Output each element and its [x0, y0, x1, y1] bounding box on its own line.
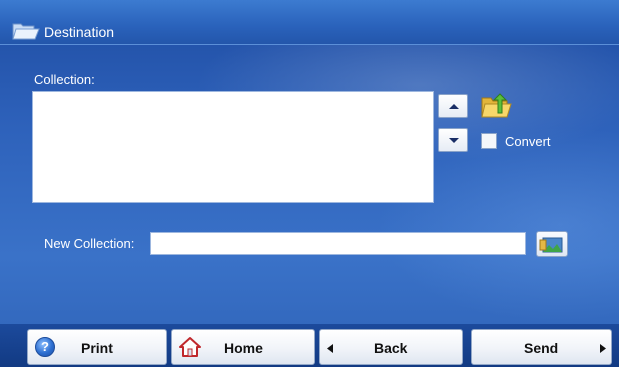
title-bar: Destination	[0, 0, 619, 45]
convert-label: Convert	[505, 134, 551, 149]
help-icon: ?	[35, 337, 55, 357]
back-button-label: Back	[374, 340, 408, 356]
convert-checkbox[interactable]	[481, 133, 497, 149]
scroll-down-button[interactable]	[438, 128, 468, 152]
new-collection-label: New Collection:	[44, 236, 135, 251]
folder-image-icon	[539, 237, 563, 253]
new-collection-input[interactable]	[150, 232, 526, 255]
back-arrow-icon	[327, 344, 333, 353]
arrow-down-icon	[449, 138, 459, 143]
home-icon	[179, 337, 201, 357]
back-button[interactable]: Back	[319, 329, 463, 365]
collection-label: Collection:	[34, 72, 95, 87]
print-button[interactable]: ? Print	[27, 329, 167, 365]
folder-up-icon	[481, 93, 512, 118]
scroll-up-button[interactable]	[438, 94, 468, 118]
send-button-label: Send	[524, 340, 559, 356]
window-title: Destination	[44, 24, 115, 40]
print-button-label: Print	[81, 340, 113, 356]
destination-dialog: Destination Collection: Convert New Coll…	[0, 0, 619, 367]
send-button[interactable]: Send	[471, 329, 612, 365]
home-button-label: Home	[224, 340, 263, 356]
forward-arrow-icon	[600, 344, 606, 353]
arrow-up-icon	[449, 104, 459, 109]
home-button[interactable]: Home	[171, 329, 315, 365]
folder-open-icon	[12, 21, 40, 41]
folder-up-button[interactable]	[480, 92, 512, 120]
collection-list[interactable]	[32, 91, 434, 203]
new-collection-browse-button[interactable]	[536, 231, 568, 257]
